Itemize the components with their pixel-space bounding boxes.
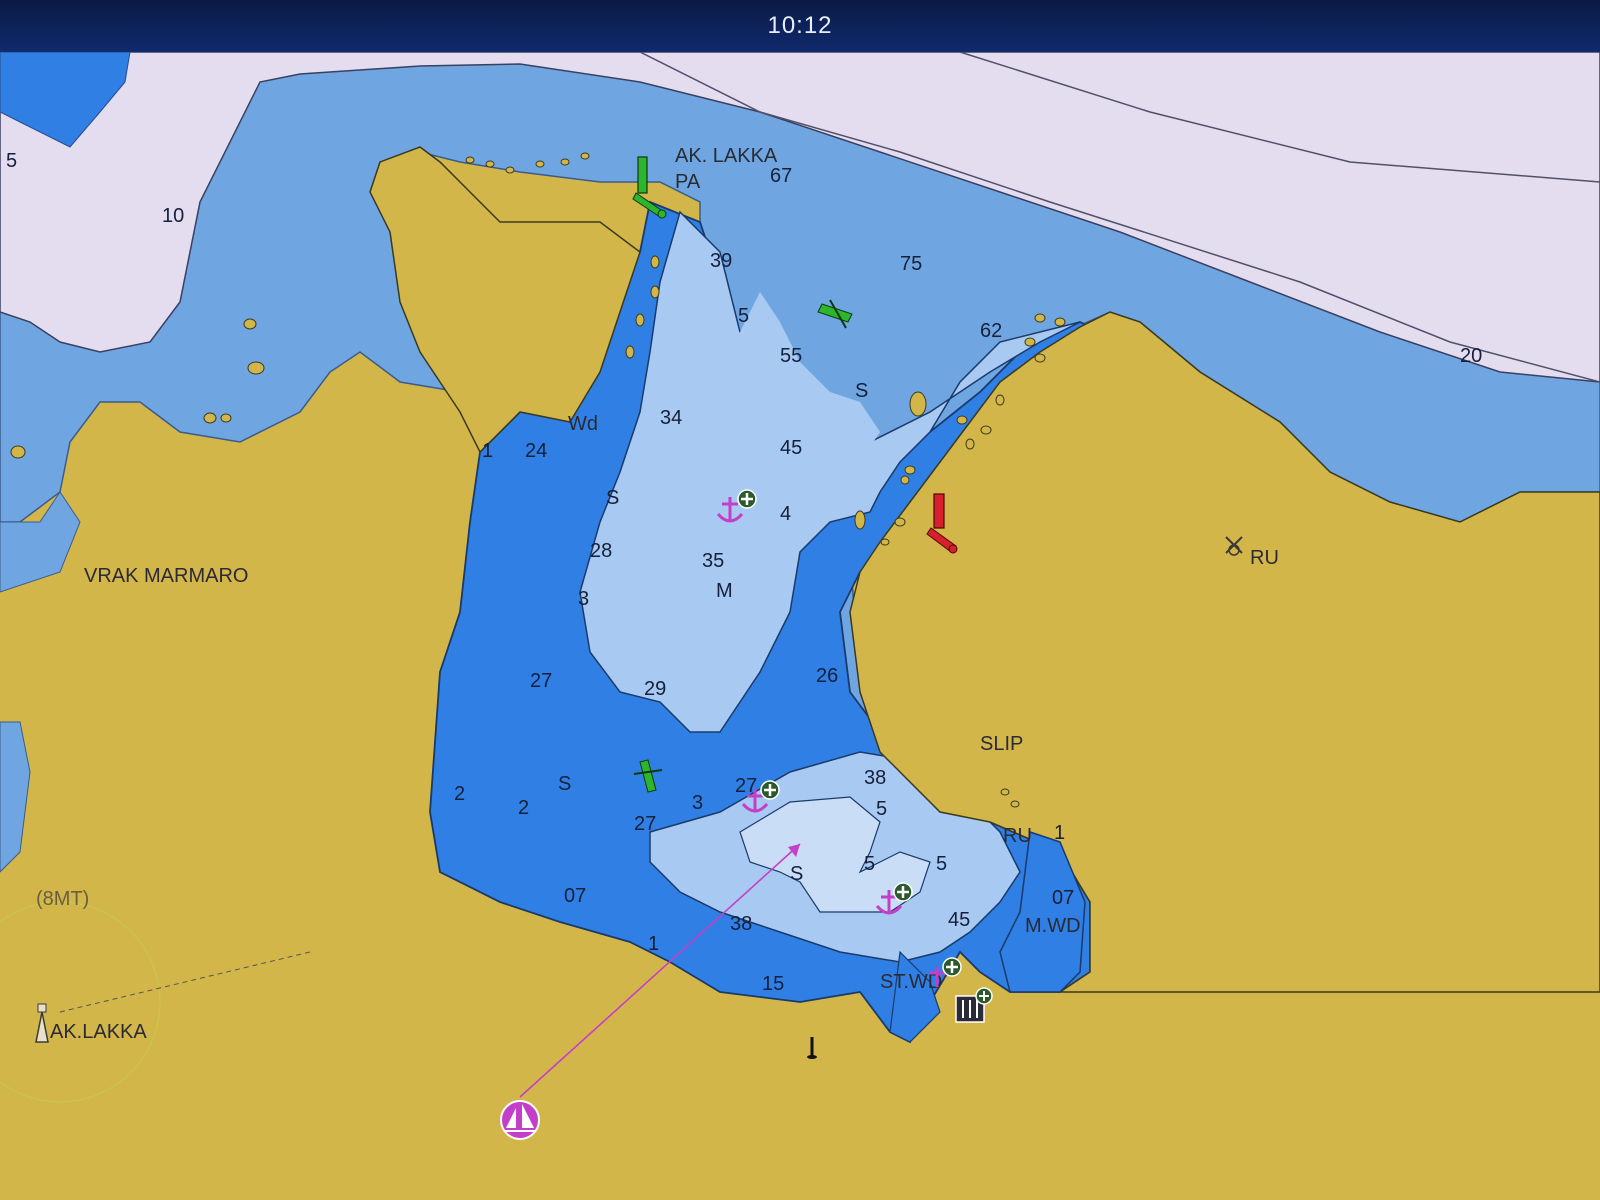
svg-text:3: 3 bbox=[578, 588, 589, 610]
svg-text:10: 10 bbox=[162, 205, 184, 227]
label-pa: PA bbox=[675, 171, 701, 193]
label-slip: SLIP bbox=[980, 733, 1023, 755]
svg-text:S: S bbox=[855, 380, 868, 402]
svg-text:1: 1 bbox=[1054, 822, 1065, 844]
svg-text:24: 24 bbox=[525, 440, 547, 462]
svg-text:07: 07 bbox=[1052, 887, 1074, 909]
label-ru-east: RU bbox=[1250, 547, 1279, 569]
svg-text:45: 45 bbox=[780, 437, 802, 459]
status-bar: 10:12 bbox=[0, 0, 1600, 52]
svg-text:5: 5 bbox=[936, 853, 947, 875]
svg-text:26: 26 bbox=[816, 665, 838, 687]
svg-text:29: 29 bbox=[644, 678, 666, 700]
chart-canvas[interactable]: AK. LAKKA PA VRAK MARMARO SLIP RU RU M.W… bbox=[0, 52, 1600, 1200]
svg-text:M: M bbox=[716, 580, 733, 602]
svg-text:45: 45 bbox=[948, 909, 970, 931]
svg-text:3: 3 bbox=[692, 792, 703, 814]
svg-text:38: 38 bbox=[864, 767, 886, 789]
svg-text:20: 20 bbox=[1460, 345, 1482, 367]
svg-text:67: 67 bbox=[770, 165, 792, 187]
svg-text:5: 5 bbox=[738, 305, 749, 327]
svg-text:S: S bbox=[790, 863, 803, 885]
own-vessel-icon[interactable] bbox=[500, 1100, 540, 1140]
label-ak-lakka-top: AK. LAKKA bbox=[675, 145, 778, 167]
svg-text:5: 5 bbox=[876, 798, 887, 820]
svg-text:62: 62 bbox=[980, 320, 1002, 342]
chart-plotter-screen: 10:12 AK. LAKKA PA VRAK MARMARO SLIP RU … bbox=[0, 0, 1600, 1200]
svg-text:38: 38 bbox=[730, 913, 752, 935]
svg-text:55: 55 bbox=[780, 345, 802, 367]
label-wd: Wd bbox=[568, 413, 598, 435]
svg-text:15: 15 bbox=[762, 973, 784, 995]
svg-text:S: S bbox=[606, 487, 619, 509]
svg-text:07: 07 bbox=[564, 885, 586, 907]
svg-text:5: 5 bbox=[864, 853, 875, 875]
label-m-wd: M.WD bbox=[1025, 915, 1081, 937]
label-ak-lakka-light: AK.LAKKA bbox=[50, 1021, 147, 1043]
label-ru-bay: RU bbox=[1003, 825, 1032, 847]
label-vrak-marmaro: VRAK MARMARO bbox=[84, 565, 248, 587]
svg-text:75: 75 bbox=[900, 253, 922, 275]
svg-text:1: 1 bbox=[648, 933, 659, 955]
svg-text:27: 27 bbox=[634, 813, 656, 835]
svg-text:2: 2 bbox=[518, 797, 529, 819]
svg-text:35: 35 bbox=[702, 550, 724, 572]
svg-text:39: 39 bbox=[710, 250, 732, 272]
svg-text:4: 4 bbox=[780, 503, 791, 525]
svg-text:34: 34 bbox=[660, 407, 682, 429]
svg-text:27: 27 bbox=[530, 670, 552, 692]
svg-text:28: 28 bbox=[590, 540, 612, 562]
clock: 10:12 bbox=[767, 12, 833, 39]
nautical-chart[interactable]: AK. LAKKA PA VRAK MARMARO SLIP RU RU M.W… bbox=[0, 52, 1600, 1200]
svg-text:5: 5 bbox=[6, 150, 17, 172]
label-light-range: (8MT) bbox=[36, 888, 89, 910]
svg-text:1: 1 bbox=[482, 440, 493, 462]
svg-text:S: S bbox=[558, 773, 571, 795]
svg-text:2: 2 bbox=[454, 783, 465, 805]
